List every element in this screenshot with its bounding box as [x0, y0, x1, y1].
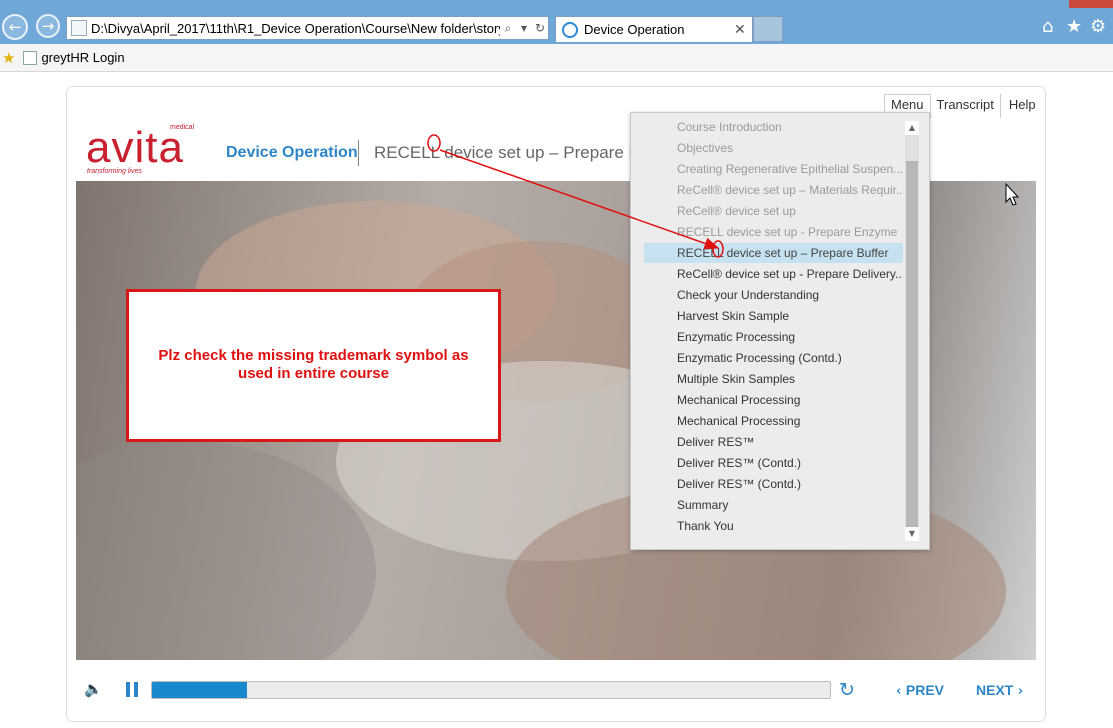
logo-tagline: transforming lives	[87, 168, 142, 175]
chevron-right-icon: ›	[1013, 684, 1024, 699]
transcript-button[interactable]: Transcript	[931, 94, 1001, 118]
refresh-icon[interactable]: ↻	[532, 21, 548, 35]
favorites-add-icon[interactable]: ★	[2, 49, 15, 67]
menu-item[interactable]: Thank You	[644, 516, 903, 536]
menu-item[interactable]: RECELL device set up – Prepare Buffer	[644, 243, 903, 263]
replay-icon[interactable]: ↻	[839, 679, 855, 701]
menu-item[interactable]: Enzymatic Processing (Contd.)	[644, 348, 903, 368]
address-bar[interactable]: D:\Divya\April_2017\11th\R1_Device Opera…	[66, 16, 549, 40]
screen: ← → D:\Divya\April_2017\11th\R1_Device O…	[0, 0, 1113, 728]
new-tab-button[interactable]	[753, 16, 783, 42]
help-button[interactable]: Help	[1001, 94, 1044, 118]
minimize-button[interactable]	[1017, 0, 1043, 8]
forward-button[interactable]: →	[36, 14, 60, 38]
pause-button[interactable]	[126, 682, 140, 697]
tab-title: Device Operation	[584, 22, 685, 37]
next-button[interactable]: NEXT ›	[976, 682, 1023, 699]
scroll-up-icon[interactable]: ▲	[905, 121, 919, 135]
chevron-left-icon: ‹	[896, 684, 906, 699]
menu-item[interactable]: Harvest Skin Sample	[644, 306, 903, 326]
dropdown-icon[interactable]: ▾	[516, 21, 532, 35]
menu-item[interactable]: Course Introduction	[644, 117, 903, 137]
prev-label: PREV	[905, 682, 945, 698]
maximize-button[interactable]	[1043, 0, 1069, 8]
browser-titlebar: ← → D:\Divya\April_2017\11th\R1_Device O…	[0, 0, 1113, 44]
back-icon: ←	[8, 18, 22, 36]
scroll-thumb[interactable]	[906, 161, 918, 527]
next-label: NEXT	[976, 682, 1014, 698]
volume-icon[interactable]: 🔈	[84, 680, 103, 698]
tab-device-operation[interactable]: Device Operation ✕	[555, 16, 753, 42]
menu-item[interactable]: Check your Understanding	[644, 285, 903, 305]
window-controls	[1017, 0, 1113, 8]
page-icon	[71, 20, 87, 36]
slide-title: RECELL device set up – Prepare B	[374, 143, 640, 162]
menu-item[interactable]: Enzymatic Processing	[644, 327, 903, 347]
pause-icon	[134, 682, 138, 697]
ie-icon	[562, 21, 578, 38]
review-callout-box: Plz check the missing trademark symbol a…	[126, 289, 501, 442]
title-divider	[358, 140, 359, 166]
window-close-button[interactable]	[1069, 0, 1113, 8]
course-title: Device Operation	[226, 144, 358, 161]
prev-button[interactable]: ‹ PREV	[896, 682, 944, 699]
menu-item[interactable]: Deliver RES™	[644, 432, 903, 452]
search-icon[interactable]: ⌕	[500, 21, 516, 36]
menu-item[interactable]: Deliver RES™ (Contd.)	[644, 474, 903, 494]
logo-sup: medical	[170, 124, 195, 131]
menu-item[interactable]: Mechanical Processing	[644, 411, 903, 431]
settings-gear-icon[interactable]: ⚙	[1090, 16, 1106, 37]
forward-icon: →	[41, 17, 55, 35]
progress-fill	[152, 682, 247, 698]
scroll-down-icon[interactable]: ▼	[905, 527, 919, 541]
player-controls: 🔈 ↻ ‹ PREV NEXT ›	[76, 670, 1036, 710]
back-button[interactable]: ←	[2, 14, 28, 40]
video-shadow-shape	[76, 441, 376, 660]
favorite-page-icon	[23, 50, 38, 65]
menu-item[interactable]: ReCell® device set up	[644, 201, 903, 221]
menu-item[interactable]: ReCell® device set up – Materials Requir…	[644, 180, 903, 200]
menu-item[interactable]: ReCell® device set up - Prepare Delivery…	[644, 264, 903, 284]
menu-item[interactable]: Objectives	[644, 138, 903, 158]
menu-scrollbar[interactable]: ▲ ▼	[905, 121, 919, 541]
logo-word: avita	[86, 123, 184, 172]
menu-item[interactable]: Multiple Skin Samples	[644, 369, 903, 389]
avita-logo: avita medical transforming lives	[86, 124, 206, 180]
pause-icon	[126, 682, 130, 697]
menu-item[interactable]: Summary	[644, 495, 903, 515]
favorites-bar: ★ greytHR Login	[0, 44, 1113, 72]
favorites-star-icon[interactable]: ★	[1066, 16, 1082, 37]
menu-dropdown: Course Introduction Objectives Creating Re…	[630, 112, 930, 550]
home-icon[interactable]: ⌂	[1042, 16, 1053, 37]
review-callout-text: Plz check the missing trademark symbol a…	[158, 347, 469, 382]
favorite-link-greythr[interactable]: greytHR Login	[41, 50, 124, 65]
menu-item[interactable]: Mechanical Processing	[644, 390, 903, 410]
url-text[interactable]: D:\Divya\April_2017\11th\R1_Device Opera…	[91, 21, 500, 36]
menu-item[interactable]: Creating Regenerative Epithelial Suspen.…	[644, 159, 903, 179]
menu-item[interactable]: Deliver RES™ (Contd.)	[644, 453, 903, 473]
menu-item[interactable]: RECELL device set up - Prepare Enzyme	[644, 222, 903, 242]
close-tab-icon[interactable]: ✕	[734, 22, 752, 38]
progress-bar[interactable]	[151, 681, 831, 699]
